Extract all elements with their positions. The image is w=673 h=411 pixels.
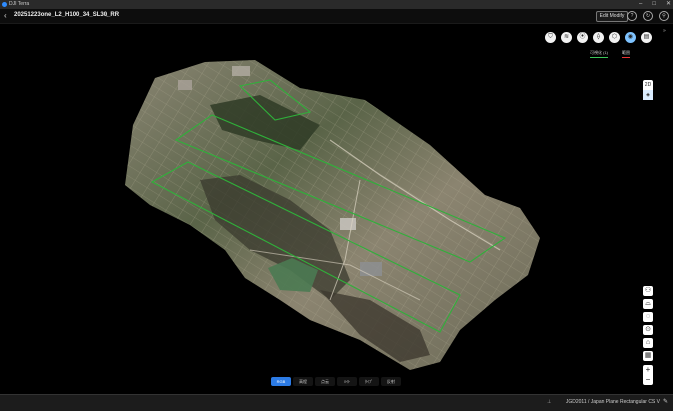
visualization-label[interactable]: 可視化 (1) (590, 50, 608, 58)
rotate-icon[interactable]: ◌ (643, 312, 653, 322)
zoom-control: + − (643, 365, 653, 385)
layer-labels: 可視化 (1) 範囲 (590, 50, 630, 58)
crs-icon: ⊥ (547, 399, 552, 405)
zoom-in-button[interactable]: + (643, 365, 653, 375)
measure-icon[interactable]: ⟠ (593, 32, 604, 43)
tilt-icon[interactable]: ⌓ (643, 299, 653, 309)
home-icon[interactable]: ⌂ (643, 338, 653, 348)
mode-3d-button[interactable]: ◈ (643, 90, 653, 100)
grid-icon[interactable]: ▦ (643, 351, 653, 361)
collapse-panel-icon[interactable]: » (663, 28, 666, 34)
app-name: DJI Terra (9, 1, 30, 7)
right-toolbar: ⚇ ⌓ ◌ ⊙ ⌂ ▦ (643, 286, 653, 361)
tab-rgb[interactable]: RGB (271, 377, 291, 386)
project-header: ‹ 20251223one_L2_H100_34_SL30_RR ✎ Edit … (0, 9, 673, 24)
edit-crs-icon[interactable]: ✎ (663, 398, 668, 405)
header-icons: ? ↻ ⚲ (627, 11, 669, 21)
account-icon[interactable]: ⚲ (659, 11, 669, 21)
tab-type[interactable]: ﾀｲﾌﾟ (359, 377, 379, 386)
view-mode-toggle: 2D ◈ (643, 80, 653, 100)
zoom-out-button[interactable]: − (643, 375, 653, 385)
tab-pointcloud[interactable]: 点云 (315, 377, 335, 386)
layers-icon[interactable]: ≋ (561, 32, 572, 43)
compass-icon[interactable]: ⚇ (643, 286, 653, 296)
help-icon[interactable]: ? (627, 11, 637, 21)
tab-height[interactable]: ﾊｲﾄ (337, 377, 357, 386)
orthomosaic (125, 60, 540, 370)
range-label[interactable]: 範囲 (622, 50, 630, 58)
mode-2d-button[interactable]: 2D (643, 80, 653, 90)
locate-icon[interactable]: ⊙ (643, 325, 653, 335)
filter-icon[interactable]: ⛉ (545, 32, 556, 43)
minimize-icon[interactable]: – (639, 0, 642, 9)
edit-title-icon[interactable]: ✎ (103, 12, 108, 19)
edit-modify-button[interactable]: Edit Modify (596, 11, 628, 22)
map-canvas[interactable] (0, 24, 673, 394)
close-icon[interactable]: ✕ (666, 0, 671, 9)
maximize-icon[interactable]: □ (652, 0, 656, 9)
pin-icon[interactable]: ⦿ (577, 32, 588, 43)
map-toolbar: ⛉ ≋ ⦿ ⟠ ⬡ ◉ ▤ (545, 32, 652, 43)
tab-reflectance[interactable]: 反射 (381, 377, 401, 386)
polygon-icon[interactable]: ⬡ (609, 32, 620, 43)
status-bar: ⊥ JGD2011 / Japan Plane Rectangular CS V… (0, 394, 673, 411)
view-icon[interactable]: ◉ (625, 32, 636, 43)
settings-icon[interactable]: ▤ (641, 32, 652, 43)
coordinate-system: JGD2011 / Japan Plane Rectangular CS V (565, 399, 660, 405)
tab-elevation[interactable]: 高程 (293, 377, 313, 386)
display-mode-tabs: RGB 高程 点云 ﾊｲﾄ ﾀｲﾌﾟ 反射 (271, 377, 401, 386)
back-icon[interactable]: ‹ (4, 11, 7, 20)
refresh-icon[interactable]: ↻ (643, 11, 653, 21)
app-logo-icon (2, 2, 7, 7)
window-titlebar: DJI Terra – □ ✕ (0, 0, 673, 9)
window-controls: – □ ✕ (639, 0, 671, 9)
